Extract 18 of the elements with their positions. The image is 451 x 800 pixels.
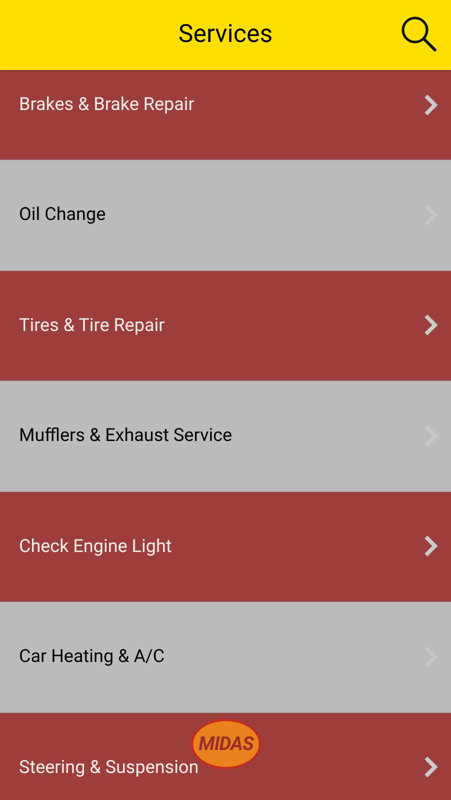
service-row[interactable]: Check Engine Light (0, 492, 451, 602)
service-row[interactable]: Tires & Tire Repair (0, 270, 451, 381)
service-label: Car Heating & A/C (19, 645, 165, 670)
service-label: Brakes & Brake Repair (19, 93, 194, 117)
search-button[interactable] (399, 14, 439, 54)
chevron-right-icon (423, 755, 439, 780)
chevron-right-icon (423, 313, 439, 338)
service-row[interactable]: Mufflers & Exhaust Service (0, 381, 451, 492)
chevron-right-icon (423, 534, 439, 558)
service-label: Oil Change (19, 203, 106, 228)
service-row[interactable]: Car Heating & A/C (0, 602, 451, 712)
header-title: Services (178, 19, 273, 52)
search-icon (400, 15, 438, 53)
service-label: Tires & Tire Repair (19, 314, 165, 338)
chevron-right-icon (423, 92, 439, 116)
service-row[interactable]: Oil Change (0, 160, 451, 270)
service-label: Check Engine Light (19, 534, 172, 559)
service-label: Mufflers & Exhaust Service (19, 424, 232, 448)
